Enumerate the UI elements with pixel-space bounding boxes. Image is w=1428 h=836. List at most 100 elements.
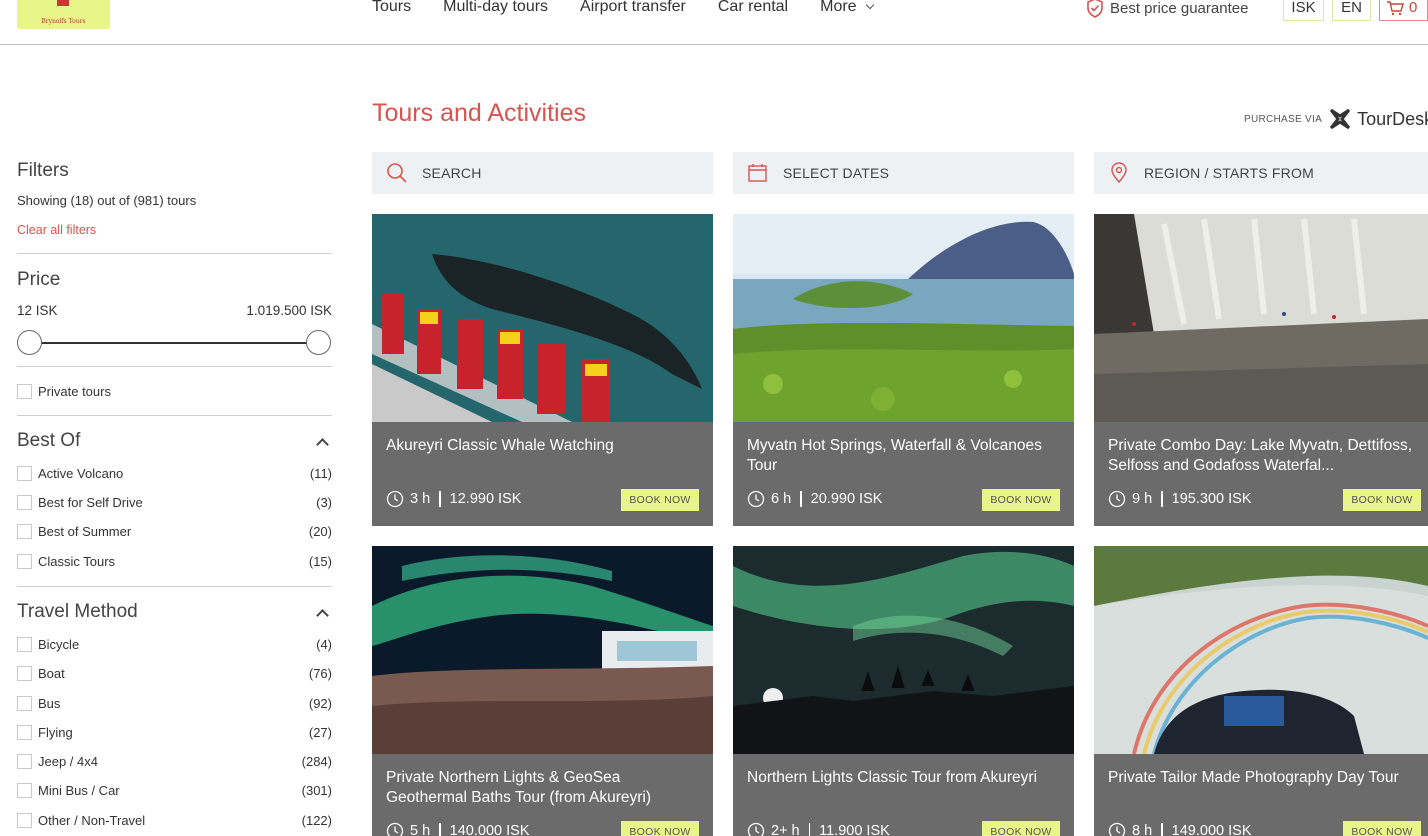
price-min: 12 ISK: [17, 303, 58, 318]
region-selector[interactable]: REGION / STARTS FROM: [1094, 152, 1428, 194]
nav-car-rental[interactable]: Car rental: [718, 0, 788, 16]
tour-image-whale-watching[interactable]: [372, 214, 713, 422]
book-now-button[interactable]: BOOK NOW: [1343, 489, 1421, 511]
checkbox[interactable]: [17, 465, 32, 481]
tour-image-northern-lights-classic[interactable]: [733, 546, 1074, 754]
filter-count: (15): [308, 553, 332, 569]
filter-classic-tours[interactable]: Classic Tours (15): [17, 552, 332, 570]
tour-duration: 9 h: [1132, 491, 1153, 507]
checkbox[interactable]: [17, 695, 32, 711]
checkbox[interactable]: [17, 753, 32, 769]
chevron-up-icon[interactable]: [316, 437, 329, 451]
tourdesk-logo-icon: [1329, 108, 1351, 130]
book-now-button[interactable]: BOOK NOW: [621, 489, 699, 511]
price-slider-track[interactable]: [29, 342, 319, 344]
tour-price: 149.000 ISK: [1171, 823, 1252, 836]
tour-meta: 3 h 12.990 ISK: [386, 490, 521, 508]
checkbox[interactable]: [17, 782, 32, 798]
page-title: Tours and Activities: [372, 99, 586, 127]
filter-active-volcano[interactable]: Active Volcano (11): [17, 464, 332, 482]
travel-method-title: Travel Method: [17, 601, 138, 622]
tour-image-geosea-northern-lights[interactable]: [372, 546, 713, 754]
cart-icon: [1387, 0, 1404, 15]
book-now-button[interactable]: BOOK NOW: [1343, 821, 1421, 836]
tour-title[interactable]: Akureyri Classic Whale Watching: [386, 436, 702, 456]
filter-count: (122): [301, 812, 332, 828]
checkbox[interactable]: [17, 812, 32, 828]
checkbox[interactable]: [17, 383, 32, 399]
filter-other-non-travel[interactable]: Other / Non-Travel (122): [17, 811, 332, 829]
travel-method-header[interactable]: Travel Method: [17, 601, 332, 623]
filter-count: (4): [316, 636, 332, 652]
tour-card[interactable]: Northern Lights Classic Tour from Akurey…: [733, 546, 1074, 836]
filter-label: Jeep / 4x4: [38, 753, 98, 769]
filter-boat[interactable]: Boat (76): [17, 664, 332, 682]
tour-title[interactable]: Private Tailor Made Photography Day Tour: [1108, 768, 1424, 788]
divider: [17, 253, 332, 254]
checkbox[interactable]: [17, 724, 32, 740]
tour-image-dettifoss[interactable]: [1094, 214, 1428, 422]
book-now-button[interactable]: BOOK NOW: [982, 489, 1060, 511]
filter-label: Classic Tours: [38, 553, 116, 569]
currency-selector[interactable]: ISK: [1283, 0, 1324, 21]
clock-icon: [386, 822, 404, 836]
search-input[interactable]: SEARCH: [372, 152, 713, 194]
clock-icon: [386, 490, 404, 508]
filter-mini-bus-car[interactable]: Mini Bus / Car (301): [17, 781, 332, 799]
language-selector[interactable]: EN: [1332, 0, 1371, 21]
best-of-header[interactable]: Best Of: [17, 430, 332, 452]
filter-best-for-self-drive[interactable]: Best for Self Drive (3): [17, 493, 332, 511]
checkbox[interactable]: [17, 523, 32, 539]
logo-text: Brynolfs Tours: [41, 18, 86, 25]
cart-button[interactable]: 0: [1379, 0, 1428, 21]
checkbox[interactable]: [17, 553, 32, 569]
book-now-button[interactable]: BOOK NOW: [982, 821, 1060, 836]
tour-card[interactable]: Private Tailor Made Photography Day Tour…: [1094, 546, 1428, 836]
tour-image-myvatn[interactable]: [733, 214, 1074, 422]
tour-card[interactable]: Akureyri Classic Whale Watching 3 h 12.9…: [372, 214, 713, 526]
tour-title[interactable]: Northern Lights Classic Tour from Akurey…: [747, 768, 1063, 788]
shield-check-icon: [1087, 0, 1103, 18]
nav-tours[interactable]: Tours: [372, 0, 411, 16]
tour-image-photography[interactable]: [1094, 546, 1428, 754]
book-now-button[interactable]: BOOK NOW: [621, 821, 699, 836]
filter-label: Best of Summer: [38, 523, 132, 539]
tour-card[interactable]: Myvatn Hot Springs, Waterfall & Volcanoe…: [733, 214, 1074, 526]
brand-logo[interactable]: Brynolfs Tours: [17, 0, 110, 29]
divider: [17, 415, 332, 416]
best-of-title: Best Of: [17, 430, 81, 451]
date-picker[interactable]: SELECT DATES: [733, 152, 1074, 194]
tour-meta: 6 h 20.990 ISK: [747, 490, 882, 508]
filter-label: Other / Non-Travel: [38, 812, 146, 828]
logo-mark: [57, 0, 69, 6]
filter-bus[interactable]: Bus (92): [17, 694, 332, 712]
tour-price: 11.900 ISK: [819, 823, 890, 836]
checkbox[interactable]: [17, 636, 32, 652]
calendar-icon: [748, 164, 767, 182]
search-label: SEARCH: [422, 165, 482, 181]
tourdesk-brand[interactable]: TourDesk: [1328, 107, 1428, 131]
price-slider-min-handle[interactable]: [17, 330, 42, 355]
nav-more[interactable]: More: [820, 0, 874, 16]
clock-icon: [1108, 490, 1126, 508]
filter-best-of-summer[interactable]: Best of Summer (20): [17, 522, 332, 540]
tour-card[interactable]: Private Northern Lights & GeoSea Geother…: [372, 546, 713, 836]
filter-bicycle[interactable]: Bicycle (4): [17, 635, 332, 653]
checkbox[interactable]: [17, 665, 32, 681]
separator: [800, 491, 802, 507]
filter-private-tours[interactable]: Private tours: [17, 382, 332, 400]
checkbox[interactable]: [17, 494, 32, 510]
chevron-up-icon[interactable]: [316, 608, 329, 622]
tour-title[interactable]: Private Northern Lights & GeoSea Geother…: [386, 768, 702, 807]
filter-flying[interactable]: Flying (27): [17, 723, 332, 741]
clear-filters-link[interactable]: Clear all filters: [17, 223, 96, 237]
clock-icon: [747, 490, 765, 508]
price-slider-max-handle[interactable]: [306, 330, 331, 355]
tour-title[interactable]: Private Combo Day: Lake Myvatn, Dettifos…: [1108, 436, 1424, 475]
tour-title[interactable]: Myvatn Hot Springs, Waterfall & Volcanoe…: [747, 436, 1063, 475]
tour-card[interactable]: Private Combo Day: Lake Myvatn, Dettifos…: [1094, 214, 1428, 526]
nav-multi-day-tours[interactable]: Multi-day tours: [443, 0, 548, 16]
filter-jeep-4x4[interactable]: Jeep / 4x4 (284): [17, 752, 332, 770]
best-price-guarantee[interactable]: Best price guarantee: [1086, 0, 1248, 18]
nav-airport-transfer[interactable]: Airport transfer: [580, 0, 686, 16]
